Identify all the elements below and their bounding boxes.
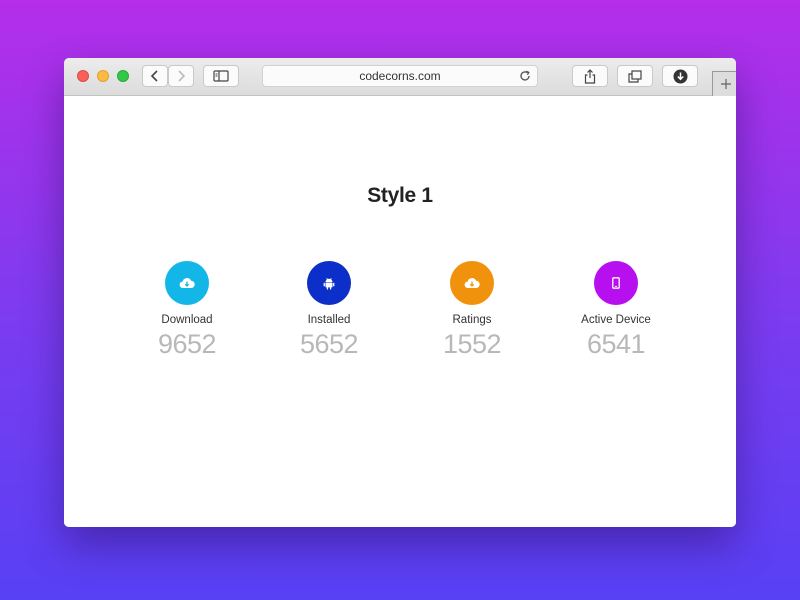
- page-content: Style 1 Download 9652 Installed 5652 Rat…: [64, 96, 736, 527]
- show-tabs-button[interactable]: [617, 65, 653, 87]
- mobile-icon: [612, 277, 620, 289]
- address-bar[interactable]: codecorns.com: [262, 65, 538, 87]
- share-button[interactable]: [572, 65, 608, 87]
- stat-ratings: Ratings 1552: [407, 261, 537, 359]
- download-icon: [673, 69, 687, 83]
- stat-icon-ratings: [450, 261, 494, 305]
- chevron-right-icon: [178, 70, 186, 82]
- stat-icon-download: [165, 261, 209, 305]
- close-window-button[interactable]: [77, 70, 89, 82]
- stat-icon-active-device: [594, 261, 638, 305]
- sidebar-icon: [213, 70, 229, 82]
- stat-installed: Installed 5652: [264, 261, 394, 359]
- plus-icon: [720, 79, 731, 89]
- android-icon: [323, 277, 335, 290]
- downloads-button[interactable]: [662, 65, 698, 87]
- stat-icon-installed: [307, 261, 351, 305]
- minimize-window-button[interactable]: [97, 70, 109, 82]
- url-text: codecorns.com: [359, 69, 441, 83]
- cloud-download-icon: [179, 278, 195, 289]
- share-icon: [584, 68, 596, 84]
- new-tab-button[interactable]: [712, 71, 736, 96]
- cloud-download-icon: [464, 278, 480, 289]
- tabs-icon: [628, 69, 642, 83]
- stat-label: Download: [161, 314, 213, 326]
- browser-window: codecorns.com Style 1 Download 9652 Inst…: [64, 58, 736, 527]
- stat-value: 6541: [586, 329, 646, 359]
- reload-icon[interactable]: [519, 70, 531, 82]
- stat-value: 1552: [442, 329, 502, 359]
- stat-label: Installed: [307, 314, 351, 326]
- back-button[interactable]: [142, 65, 168, 87]
- browser-toolbar: codecorns.com: [64, 58, 736, 96]
- stat-value: 5652: [299, 329, 359, 359]
- stat-value: 9652: [157, 329, 217, 359]
- forward-button[interactable]: [168, 65, 194, 87]
- zoom-window-button[interactable]: [117, 70, 129, 82]
- sidebar-button[interactable]: [203, 65, 239, 87]
- chevron-left-icon: [150, 70, 158, 82]
- stat-download: Download 9652: [122, 261, 252, 359]
- stat-label: Active Device: [581, 314, 651, 326]
- stat-active-device: Active Device 6541: [551, 261, 681, 359]
- page-title: Style 1: [367, 184, 433, 207]
- stat-label: Ratings: [452, 314, 492, 326]
